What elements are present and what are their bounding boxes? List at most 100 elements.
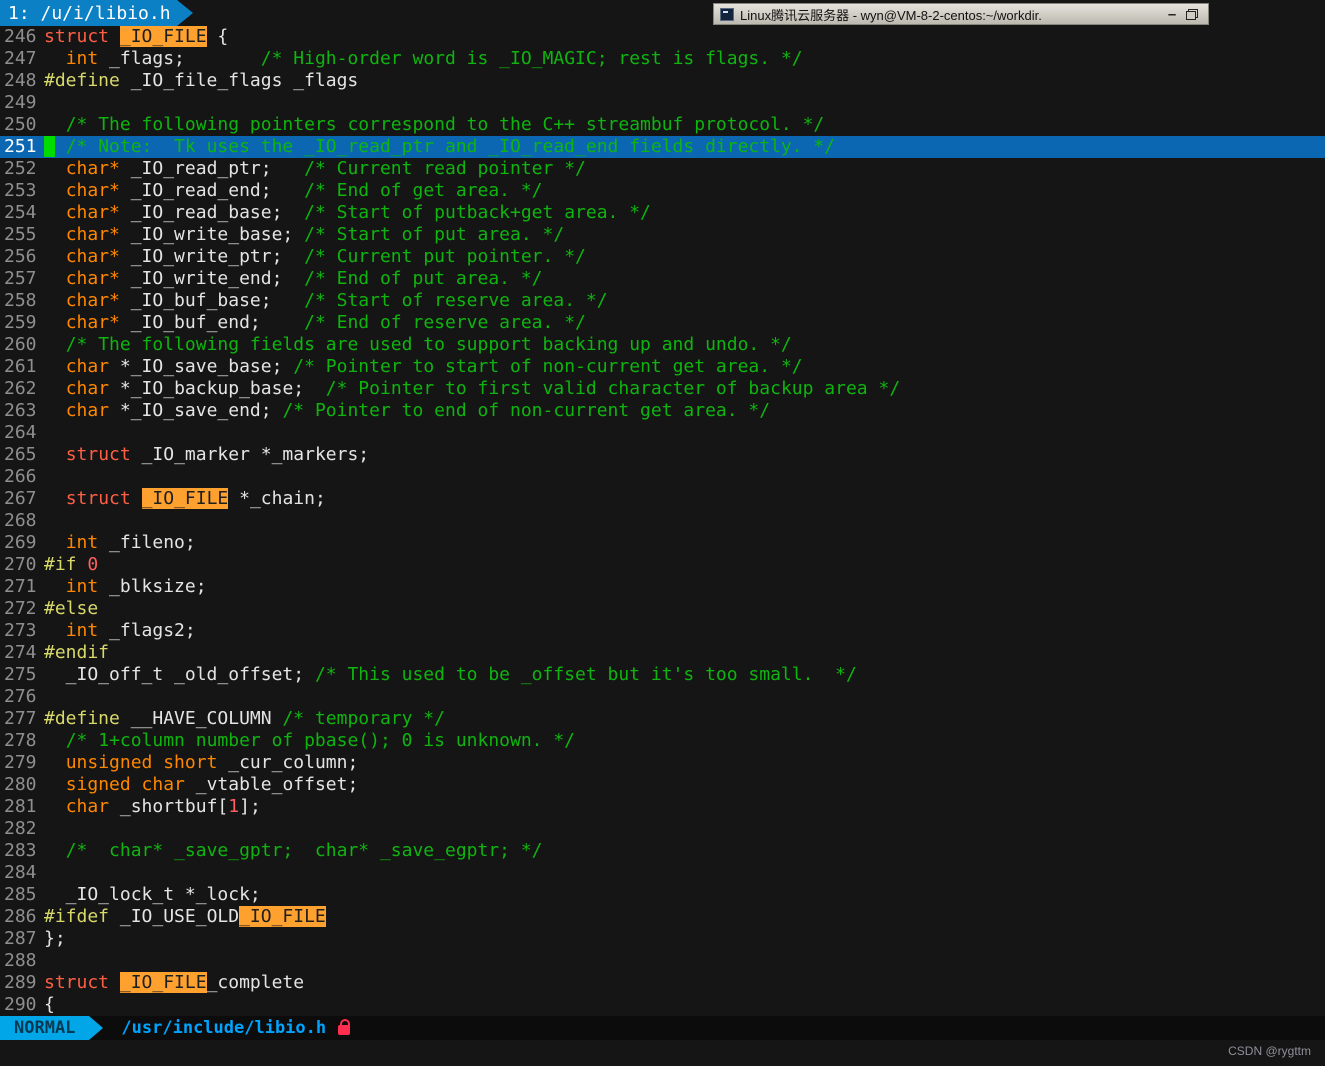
code-line[interactable]: 274 #endif — [0, 642, 1325, 664]
code-line[interactable]: 252 char* _IO_read_ptr; /* Current read … — [0, 158, 1325, 180]
code-line[interactable]: 286 #ifdef _IO_USE_OLD_IO_FILE — [0, 906, 1325, 928]
code-line[interactable]: 256 char* _IO_write_ptr; /* Current put … — [0, 246, 1325, 268]
code-line[interactable]: 287}; — [0, 928, 1325, 950]
line-number: 279 — [4, 752, 37, 773]
code-token: 1 — [228, 796, 240, 817]
line-number: 289 — [4, 972, 37, 993]
code-line[interactable]: 267 struct _IO_FILE *_chain; — [0, 488, 1325, 510]
code-token: char* — [65, 158, 120, 179]
code-line[interactable]: 248 #define _IO_file_flags _flags — [0, 70, 1325, 92]
code-line[interactable]: 247 int _flags; /* High-order word is _I… — [0, 48, 1325, 70]
code-line[interactable]: 263 char *_IO_save_end; /* Pointer to en… — [0, 400, 1325, 422]
line-number: 250 — [4, 114, 37, 135]
code-line[interactable]: 250 /* The following pointers correspond… — [0, 114, 1325, 136]
command-line-area: CSDN @rygttm — [0, 1040, 1325, 1066]
code-line[interactable]: 258 char* _IO_buf_base; /* Start of rese… — [0, 290, 1325, 312]
code-token: ]; — [239, 796, 261, 817]
code-line[interactable]: 289 struct _IO_FILE_complete — [0, 972, 1325, 994]
code-line[interactable]: 266 — [0, 466, 1325, 488]
code-token: { — [206, 26, 229, 47]
code-line[interactable]: 260 /* The following fields are used to … — [0, 334, 1325, 356]
code-line[interactable]: 284 — [0, 862, 1325, 884]
terminal-screen: 1: /u/i/libio.h Linux腾讯云服务器 - wyn@VM-8-2… — [0, 0, 1325, 1066]
code-text: #define __HAVE_COLUMN /* temporary */ — [44, 708, 445, 729]
code-line[interactable]: 278 /* 1+column number of pbase(); 0 is … — [0, 730, 1325, 752]
tab-libio[interactable]: 1: /u/i/libio.h — [0, 0, 177, 26]
line-number: 273 — [4, 620, 37, 641]
code-text: char *_IO_backup_base; /* Pointer to fir… — [44, 378, 900, 399]
code-line[interactable]: 290 { — [0, 994, 1325, 1016]
code-line[interactable]: 249 — [0, 92, 1325, 114]
search-highlight: _IO_FILE — [119, 972, 207, 993]
code-token: int — [65, 576, 99, 597]
code-token: /* End of put area. */ — [304, 268, 543, 289]
editor[interactable]: 246 struct _IO_FILE {247 int _flags; /* H… — [0, 26, 1325, 1016]
code-token: /* This used to be _offset but it's too … — [314, 664, 857, 685]
code-token: char — [65, 356, 110, 377]
terminal-app-icon[interactable] — [720, 7, 734, 21]
code-line[interactable]: 246 struct _IO_FILE { — [0, 26, 1325, 48]
code-line[interactable]: 257 char* _IO_write_end; /* End of put a… — [0, 268, 1325, 290]
line-number: 286 — [4, 906, 37, 927]
code-token: _IO_read_end; — [119, 180, 305, 201]
code-line[interactable]: 265 struct _IO_marker *_markers; — [0, 444, 1325, 466]
window-titlebar: Linux腾讯云服务器 - wyn@VM-8-2-centos:~/workdi… — [713, 3, 1209, 25]
restore-button[interactable] — [1182, 8, 1202, 20]
code-text: #ifdef _IO_USE_OLD_IO_FILE — [44, 906, 326, 927]
code-line[interactable]: 269 int _fileno; — [0, 532, 1325, 554]
code-line[interactable]: 279 unsigned short _cur_column; — [0, 752, 1325, 774]
code-token: char* — [65, 246, 120, 267]
code-text: /* The following pointers correspond to … — [44, 114, 825, 135]
code-line[interactable]: 276 — [0, 686, 1325, 708]
minimize-button[interactable]: – — [1162, 6, 1182, 23]
code-line[interactable]: 273 int _flags2; — [0, 620, 1325, 642]
code-text: { — [44, 994, 55, 1015]
code-line[interactable]: 268 — [0, 510, 1325, 532]
code-line[interactable]: 251 /* Note: Tk uses the _IO_read_ptr an… — [0, 136, 1325, 158]
code-line[interactable]: 271 int _blksize; — [0, 576, 1325, 598]
code-line[interactable]: 254 char* _IO_read_base; /* Start of put… — [0, 202, 1325, 224]
code-line[interactable]: 262 char *_IO_backup_base; /* Pointer to… — [0, 378, 1325, 400]
code-token: _shortbuf[ — [109, 796, 229, 817]
code-token: /* Pointer to end of non-current get are… — [282, 400, 771, 421]
code-token: _IO_buf_base; — [119, 290, 305, 311]
code-token: /* High-order word is _IO_MAGIC; rest is… — [260, 48, 803, 69]
code-line[interactable]: 255 char* _IO_write_base; /* Start of pu… — [0, 224, 1325, 246]
code-line[interactable]: 253 char* _IO_read_end; /* End of get ar… — [0, 180, 1325, 202]
code-token: /* Pointer to first valid character of b… — [325, 378, 901, 399]
code-text: int _flags2; — [44, 620, 196, 641]
line-number: 287 — [4, 928, 37, 949]
code-line[interactable]: 282 — [0, 818, 1325, 840]
code-line[interactable]: 261 char *_IO_save_base; /* Pointer to s… — [0, 356, 1325, 378]
code-token: /* End of get area. */ — [304, 180, 543, 201]
code-line[interactable]: 288 — [0, 950, 1325, 972]
code-line[interactable]: 277 #define __HAVE_COLUMN /* temporary */ — [0, 708, 1325, 730]
code-text: struct _IO_FILE_complete — [44, 972, 304, 993]
code-line[interactable]: 283 /* char* _save_gptr; char* _save_egp… — [0, 840, 1325, 862]
line-number: 247 — [4, 48, 37, 69]
code-line[interactable]: 275 _IO_off_t _old_offset; /* This used … — [0, 664, 1325, 686]
code-token: /* Start of put area. */ — [304, 224, 565, 245]
mode-arrow — [89, 1016, 104, 1040]
code-token: *_IO_backup_base; — [109, 378, 326, 399]
code-line[interactable]: 280 signed char _vtable_offset; — [0, 774, 1325, 796]
code-token: #else — [44, 598, 99, 619]
code-text: char* _IO_read_ptr; /* Current read poin… — [44, 158, 586, 179]
code-line[interactable]: 259 char* _IO_buf_end; /* End of reserve… — [0, 312, 1325, 334]
line-number: 262 — [4, 378, 37, 399]
code-token: *_IO_save_end; — [109, 400, 283, 421]
code-line[interactable]: 270 #if 0 — [0, 554, 1325, 576]
code-token: struct — [44, 26, 120, 47]
line-number: 285 — [4, 884, 37, 905]
code-line[interactable]: 264 — [0, 422, 1325, 444]
code-token: char* — [65, 312, 120, 333]
code-line[interactable]: 285 _IO_lock_t *_lock; — [0, 884, 1325, 906]
code-line[interactable]: 272 #else — [0, 598, 1325, 620]
code-token: _IO_write_base; — [119, 224, 305, 245]
code-text: char* _IO_buf_end; /* End of reserve are… — [44, 312, 586, 333]
code-line[interactable]: 281 char _shortbuf[1]; — [0, 796, 1325, 818]
